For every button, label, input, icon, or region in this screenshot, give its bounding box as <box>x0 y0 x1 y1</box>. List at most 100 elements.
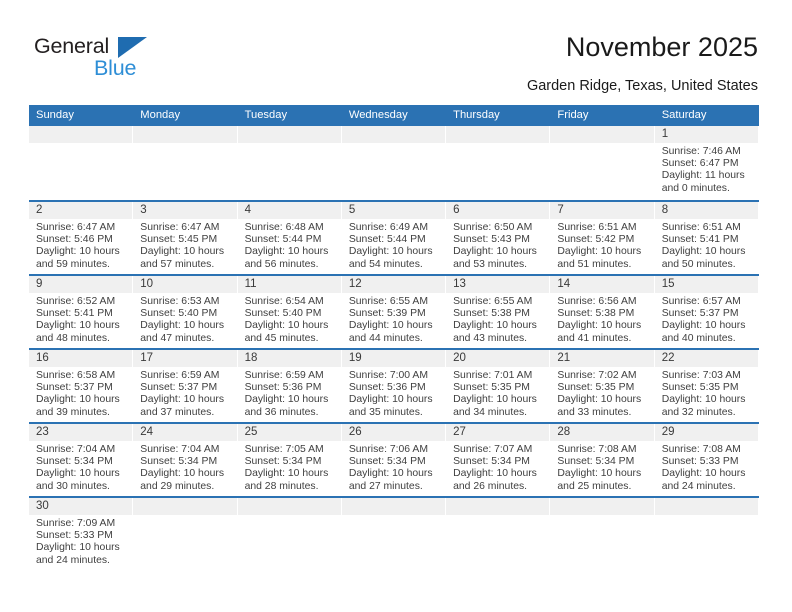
weekday-header-wednesday: Wednesday <box>348 109 408 121</box>
day-number: 22 <box>654 350 759 367</box>
calendar-day-cell[interactable]: 20 Sunrise: 7:01 AM Sunset: 5:35 PM Dayligh… <box>446 350 551 422</box>
day-info-line: Sunset: 5:34 PM <box>244 456 322 468</box>
calendar-day-cell[interactable]: 7 Sunrise: 6:51 AM Sunset: 5:42 PM Daylight… <box>550 202 655 274</box>
calendar-day-cell[interactable]: 2 Sunrise: 6:47 AM Sunset: 5:46 PM Daylight… <box>29 202 134 274</box>
day-number: 14 <box>550 276 655 293</box>
day-sun-info: Sunrise: 7:04 AM Sunset: 5:34 PM Daylight:… <box>133 441 237 493</box>
day-number <box>341 498 447 515</box>
day-info-line: Daylight: 10 hours <box>36 246 120 258</box>
calendar-day-cell[interactable]: 11 Sunrise: 6:54 AM Sunset: 5:40 PM Dayligh… <box>237 276 342 348</box>
calendar-day-cell[interactable]: 29 Sunrise: 7:08 AM Sunset: 5:33 PM Dayligh… <box>654 424 759 496</box>
calendar-day-cell[interactable]: 9 Sunrise: 6:52 AM Sunset: 5:41 PM Daylight… <box>29 276 134 348</box>
day-info-line: Sunset: 5:34 PM <box>453 456 530 468</box>
calendar-week-row: 1 Sunrise: 7:46 AM Sunset: 6:47 PM Daylight… <box>29 126 759 200</box>
day-info-line: Sunset: 5:38 PM <box>557 308 635 320</box>
day-info-line: Daylight: 10 hours <box>348 468 433 480</box>
calendar-day-cell[interactable]: 27 Sunrise: 7:07 AM Sunset: 5:34 PM Dayligh… <box>446 424 551 496</box>
day-info-line: and 25 minutes. <box>557 480 632 492</box>
day-info-line: and 53 minutes. <box>453 258 528 270</box>
calendar-day-cell[interactable]: 17 Sunrise: 6:59 AM Sunset: 5:37 PM Dayligh… <box>133 350 238 422</box>
day-sun-info: Sunrise: 6:55 AM Sunset: 5:39 PM Daylight:… <box>342 293 446 345</box>
calendar-day-cell-empty <box>341 126 447 200</box>
calendar-week-row: 9 Sunrise: 6:52 AM Sunset: 5:41 PM Daylight… <box>29 274 759 348</box>
day-info-line: Sunrise: 7:46 AM <box>661 146 741 157</box>
day-info-line: and 54 minutes. <box>348 258 423 270</box>
calendar-day-cell[interactable]: 4 Sunrise: 6:48 AM Sunset: 5:44 PM Daylight… <box>237 202 342 274</box>
day-info-line: Sunrise: 7:06 AM <box>348 444 428 455</box>
calendar-day-cell[interactable]: 24 Sunrise: 7:04 AM Sunset: 5:34 PM Dayligh… <box>133 424 238 496</box>
day-info-line: Sunrise: 7:09 AM <box>36 518 116 529</box>
calendar-day-cell[interactable]: 10 Sunrise: 6:53 AM Sunset: 5:40 PM Dayligh… <box>133 276 238 348</box>
day-sun-info <box>29 143 133 146</box>
calendar-day-cell-empty <box>654 498 759 570</box>
calendar-day-cell[interactable]: 13 Sunrise: 6:55 AM Sunset: 5:38 PM Dayligh… <box>446 276 551 348</box>
day-info-line: Sunrise: 7:08 AM <box>661 444 741 455</box>
day-info-line: and 37 minutes. <box>140 406 215 418</box>
calendar-day-cell[interactable]: 5 Sunrise: 6:49 AM Sunset: 5:44 PM Daylight… <box>341 202 447 274</box>
day-sun-info: Sunrise: 6:49 AM Sunset: 5:44 PM Daylight:… <box>342 219 446 271</box>
day-sun-info: Sunrise: 6:48 AM Sunset: 5:44 PM Daylight:… <box>238 219 342 271</box>
calendar-day-cell[interactable]: 28 Sunrise: 7:08 AM Sunset: 5:34 PM Dayligh… <box>550 424 655 496</box>
day-info-line: and 44 minutes. <box>348 332 423 344</box>
calendar-day-cell[interactable]: 18 Sunrise: 6:59 AM Sunset: 5:36 PM Dayligh… <box>237 350 342 422</box>
day-number: 28 <box>550 424 655 441</box>
calendar-day-cell-empty <box>29 126 134 200</box>
day-sun-info: Sunrise: 7:05 AM Sunset: 5:34 PM Daylight:… <box>238 441 342 493</box>
day-info-line: Sunset: 5:34 PM <box>140 456 218 468</box>
day-info-line: Sunrise: 6:47 AM <box>36 222 116 233</box>
day-info-line: Sunset: 5:37 PM <box>140 382 218 394</box>
day-info-line: Sunset: 5:33 PM <box>36 530 113 542</box>
day-info-line: Sunset: 5:43 PM <box>453 234 530 246</box>
calendar-day-cell[interactable]: 16 Sunrise: 6:58 AM Sunset: 5:37 PM Dayligh… <box>29 350 134 422</box>
calendar-day-cell[interactable]: 23 Sunrise: 7:04 AM Sunset: 5:34 PM Dayligh… <box>29 424 134 496</box>
day-info-line: Sunrise: 7:04 AM <box>36 444 116 455</box>
day-info-line: Sunset: 5:42 PM <box>557 234 635 246</box>
day-info-line: and 59 minutes. <box>36 258 110 270</box>
calendar-body: 1 Sunrise: 7:46 AM Sunset: 6:47 PM Daylight… <box>29 126 759 570</box>
calendar-day-cell[interactable]: 8 Sunrise: 6:51 AM Sunset: 5:41 PM Daylight… <box>654 202 759 274</box>
day-info-line: Daylight: 10 hours <box>348 320 433 332</box>
day-info-line: and 47 minutes. <box>140 332 215 344</box>
calendar-day-cell[interactable]: 1 Sunrise: 7:46 AM Sunset: 6:47 PM Daylight… <box>654 126 759 200</box>
day-info-line: Daylight: 10 hours <box>557 246 642 258</box>
day-sun-info <box>133 143 237 146</box>
calendar-day-cell[interactable]: 3 Sunrise: 6:47 AM Sunset: 5:45 PM Daylight… <box>133 202 238 274</box>
day-sun-info: Sunrise: 7:01 AM Sunset: 5:35 PM Daylight:… <box>446 367 550 419</box>
calendar-day-cell[interactable]: 19 Sunrise: 7:00 AM Sunset: 5:36 PM Dayligh… <box>341 350 447 422</box>
calendar-day-cell[interactable]: 26 Sunrise: 7:06 AM Sunset: 5:34 PM Dayligh… <box>341 424 447 496</box>
blue-triangle-icon <box>118 37 147 58</box>
day-info-line: Daylight: 10 hours <box>661 394 746 406</box>
generalblue-logo[interactable]: General Blue <box>34 35 234 94</box>
day-number: 12 <box>341 276 447 293</box>
day-info-line: and 36 minutes. <box>244 406 319 418</box>
day-info-line: Daylight: 11 hours <box>661 170 745 182</box>
calendar-day-cell[interactable]: 30 Sunrise: 7:09 AM Sunset: 5:33 PM Dayligh… <box>29 498 134 570</box>
day-info-line: Daylight: 10 hours <box>244 394 329 406</box>
calendar-day-cell[interactable]: 22 Sunrise: 7:03 AM Sunset: 5:35 PM Dayligh… <box>654 350 759 422</box>
day-info-line: and 29 minutes. <box>140 480 215 492</box>
day-number: 27 <box>446 424 551 441</box>
day-info-line: Sunset: 5:33 PM <box>661 456 739 468</box>
day-info-line: Daylight: 10 hours <box>661 320 746 332</box>
day-info-line: Sunset: 5:41 PM <box>661 234 739 246</box>
calendar-day-cell[interactable]: 21 Sunrise: 7:02 AM Sunset: 5:35 PM Dayligh… <box>550 350 655 422</box>
calendar-day-cell[interactable]: 12 Sunrise: 6:55 AM Sunset: 5:39 PM Dayligh… <box>341 276 447 348</box>
calendar-day-cell[interactable]: 6 Sunrise: 6:50 AM Sunset: 5:43 PM Daylight… <box>446 202 551 274</box>
calendar-day-cell[interactable]: 14 Sunrise: 6:56 AM Sunset: 5:38 PM Dayligh… <box>550 276 655 348</box>
day-number: 10 <box>133 276 238 293</box>
day-info-line: and 45 minutes. <box>244 332 319 344</box>
day-sun-info <box>342 143 446 146</box>
day-info-line: Sunset: 5:40 PM <box>244 308 322 320</box>
day-info-line: and 40 minutes. <box>661 332 736 344</box>
day-sun-info <box>238 143 342 146</box>
day-sun-info: Sunrise: 6:47 AM Sunset: 5:46 PM Daylight:… <box>29 219 133 271</box>
day-info-line: Sunrise: 6:51 AM <box>661 222 741 233</box>
day-number: 25 <box>237 424 342 441</box>
calendar-day-cell[interactable]: 25 Sunrise: 7:05 AM Sunset: 5:34 PM Dayligh… <box>237 424 342 496</box>
calendar-day-cell[interactable]: 15 Sunrise: 6:57 AM Sunset: 5:37 PM Dayligh… <box>654 276 759 348</box>
day-info-line: Daylight: 10 hours <box>661 468 746 480</box>
day-info-line: Sunrise: 7:00 AM <box>348 370 428 381</box>
calendar-day-cell-empty <box>550 126 655 200</box>
day-info-line: and 34 minutes. <box>453 406 528 418</box>
day-info-line: and 27 minutes. <box>348 480 423 492</box>
